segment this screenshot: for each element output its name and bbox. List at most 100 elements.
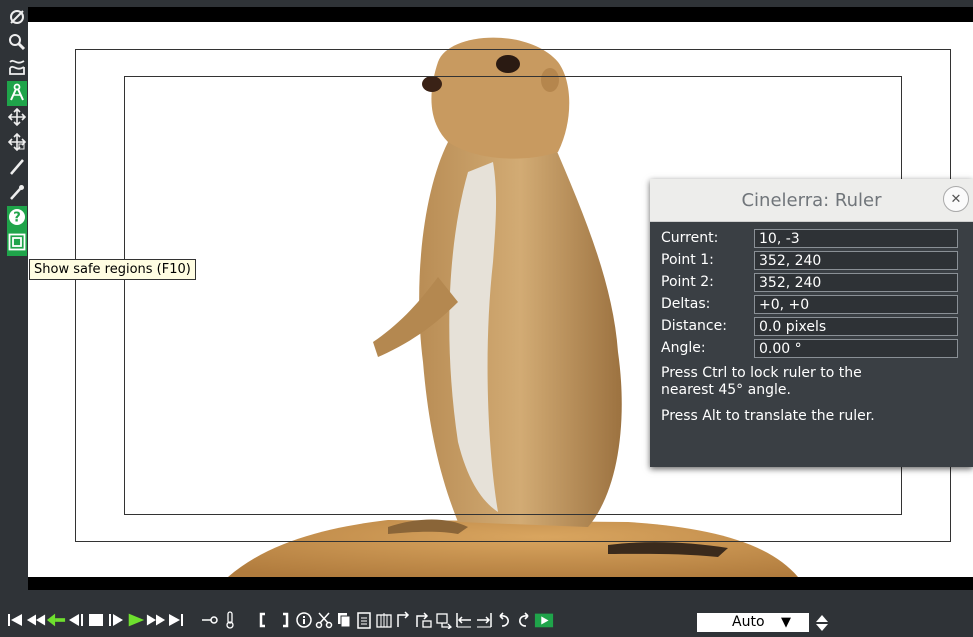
scissors-icon [314,611,334,633]
ruler-tool[interactable] [7,81,27,106]
current-value-field[interactable]: 10, -3 [754,229,958,248]
skip-end-icon [166,611,186,633]
transport-controls [6,611,554,633]
reverse-play-icon [46,611,66,633]
magnify-icon [8,33,26,55]
dialog-title: Cinelerra: Ruler [741,189,882,211]
hint-ctrl: Press Ctrl to lock ruler to the nearest … [661,365,862,398]
field-label: Deltas: [661,296,711,312]
help-icon: ? [8,208,26,230]
safe-regions-icon [8,233,26,255]
camera-icon [7,107,27,130]
zoom-stepper[interactable] [814,613,830,633]
splice-button[interactable] [394,611,414,633]
ruler-dialog: Cinelerra: Ruler ✕ Current: 10, -3 Point… [650,179,973,467]
cut-button[interactable] [314,612,334,632]
redo-button[interactable] [514,612,534,632]
eyedropper-icon [8,183,26,205]
frame-back-icon [66,611,86,633]
reverse-play-button[interactable] [46,612,66,632]
dropdown-arrow-icon: ▼ [781,615,791,630]
info-button[interactable] [294,612,314,632]
undo-button[interactable] [494,612,514,632]
toggle-label-button[interactable] [200,612,220,632]
fast-reverse-button[interactable] [26,612,46,632]
overwrite-icon [414,611,434,633]
crop-tool[interactable] [7,156,27,181]
ruler-row-distance: Distance: 0.0 pixels [661,317,961,337]
mask-icon [8,58,26,80]
goto-end-marker-button[interactable] [474,612,494,632]
field-label: Point 1: [661,252,714,268]
protect-icon [8,8,26,30]
goto-start-marker-button[interactable] [454,612,474,632]
point1-value-field[interactable]: 352, 240 [754,251,958,270]
info-icon [294,611,314,633]
projector-icon [7,132,27,155]
tooltip: Show safe regions (F10) [29,259,196,280]
ruler-row-point1: Point 1: 352, 240 [661,251,961,271]
splice-icon [394,611,414,633]
hint-alt: Press Alt to translate the ruler. [661,408,875,424]
field-label: Point 2: [661,274,714,290]
tool-column: ? [7,6,27,256]
frame-forward-button[interactable] [106,612,126,632]
angle-value-field[interactable]: 0.00 ° [754,339,958,358]
projector-tool[interactable] [7,131,27,156]
out-point-button[interactable] [274,612,294,632]
camera-tool[interactable] [7,106,27,131]
distance-value-field[interactable]: 0.0 pixels [754,317,958,336]
ruler-row-current: Current: 10, -3 [661,229,961,249]
play-button[interactable] [126,612,146,632]
deltas-value-field[interactable]: +0, +0 [754,295,958,314]
redo-icon [514,611,534,633]
stop-button[interactable] [86,612,106,632]
fast-forward-button[interactable] [146,612,166,632]
point2-value-field[interactable]: 352, 240 [754,273,958,292]
jump-end-button[interactable] [166,612,186,632]
field-label: Distance: [661,318,727,334]
undo-icon [494,611,514,633]
ruler-row-angle: Angle: 0.00 ° [661,339,961,359]
frame-reverse-button[interactable] [66,612,86,632]
close-button[interactable]: ✕ [943,186,969,212]
bracket-right-icon [274,611,294,633]
paste-button[interactable] [354,612,374,632]
meter-button[interactable] [220,611,240,633]
bracket-left-icon [254,611,274,633]
to-clip-icon [434,611,454,633]
fit-button[interactable] [374,612,394,632]
crop-icon [8,158,26,180]
play-box-icon [534,611,554,633]
overwrite-button[interactable] [414,612,434,632]
thermometer-icon [220,611,240,633]
copy-button[interactable] [334,612,354,632]
ruler-row-deltas: Deltas: +0, +0 [661,295,961,315]
fast-reverse-icon [26,611,46,633]
field-label: Angle: [661,340,706,356]
zoom-value: Auto [732,614,765,630]
preview-button[interactable] [534,612,554,632]
ruler-row-point2: Point 2: 352, 240 [661,273,961,293]
in-point-button[interactable] [254,612,274,632]
to-clip-button[interactable] [434,612,454,632]
marker-left-icon [454,611,474,633]
help-tool[interactable]: ? [7,206,27,231]
key-icon [200,611,220,633]
columns-icon [374,611,394,633]
fast-forward-icon [146,611,166,633]
eyedropper-tool[interactable] [7,181,27,206]
protect-tool[interactable] [7,6,27,31]
marker-right-icon [474,611,494,633]
clipboard-icon [354,611,374,633]
mask-tool[interactable] [7,56,27,81]
close-icon: ✕ [950,191,962,207]
magnify-tool[interactable] [7,31,27,56]
safe-regions-tool[interactable] [7,231,27,256]
zoom-select[interactable]: Auto ▼ [697,613,809,632]
field-label: Current: [661,230,719,246]
rewind-start-button[interactable] [6,612,26,632]
play-icon [126,611,146,633]
dialog-titlebar[interactable]: Cinelerra: Ruler ✕ [650,179,973,222]
frame-forward-icon [106,611,126,633]
